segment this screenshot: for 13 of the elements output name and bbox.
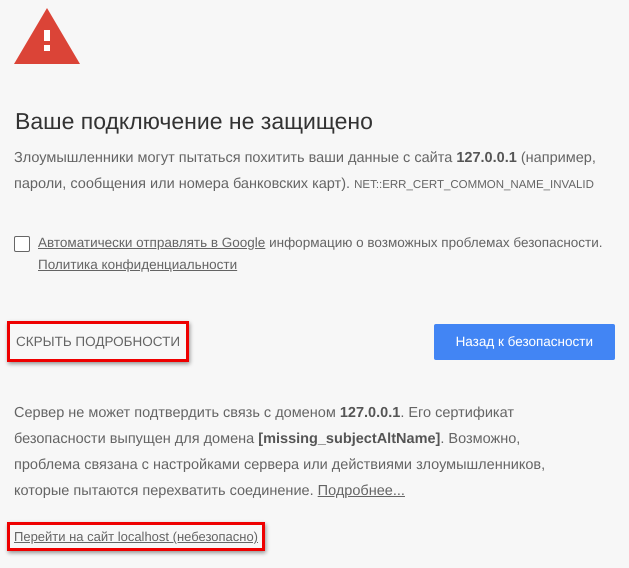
warning-icon	[14, 8, 80, 64]
proceed-link[interactable]: Перейти на сайт localhost (небезопасно)	[7, 522, 266, 551]
checkbox[interactable]	[14, 236, 30, 252]
details-text: Сервер не может подтвердить связь с доменом 127.0.0.1. Его сертификат безопасности выпущен для домена [missing_subjectAltName]. Возможно, проблема связана с настройками сервера или действиями злоумышленников, которые пытаются перехватить соединение. Подробнее...	[14, 404, 546, 501]
page-heading: Ваше подключение не защищено	[15, 108, 374, 135]
report-link[interactable]: Автоматически отправлять в Google	[38, 235, 266, 250]
intro-text: Злоумышленники могут пытаться похитить ваши данные с сайта 127.0.0.1 (например, пароли, сообщения или номера банковских карт). NET::ERR_CERT_COMMON_NAME_INVALID	[14, 149, 597, 194]
error-code: NET::ERR_CERT_COMMON_NAME_INVALID	[354, 179, 594, 191]
report-text: Автоматически отправлять в Google информацию о возможных проблемах безопасности.	[38, 234, 603, 252]
back-to-safety-button[interactable]: Назад к безопасности	[434, 324, 615, 360]
privacy-link[interactable]: Политика конфиденциальности	[38, 257, 238, 272]
hide-details-button[interactable]: СКРЫТЬ ПОДРОБНОСТИ	[7, 321, 190, 362]
learn-more-link[interactable]: Подробнее...	[318, 483, 405, 499]
